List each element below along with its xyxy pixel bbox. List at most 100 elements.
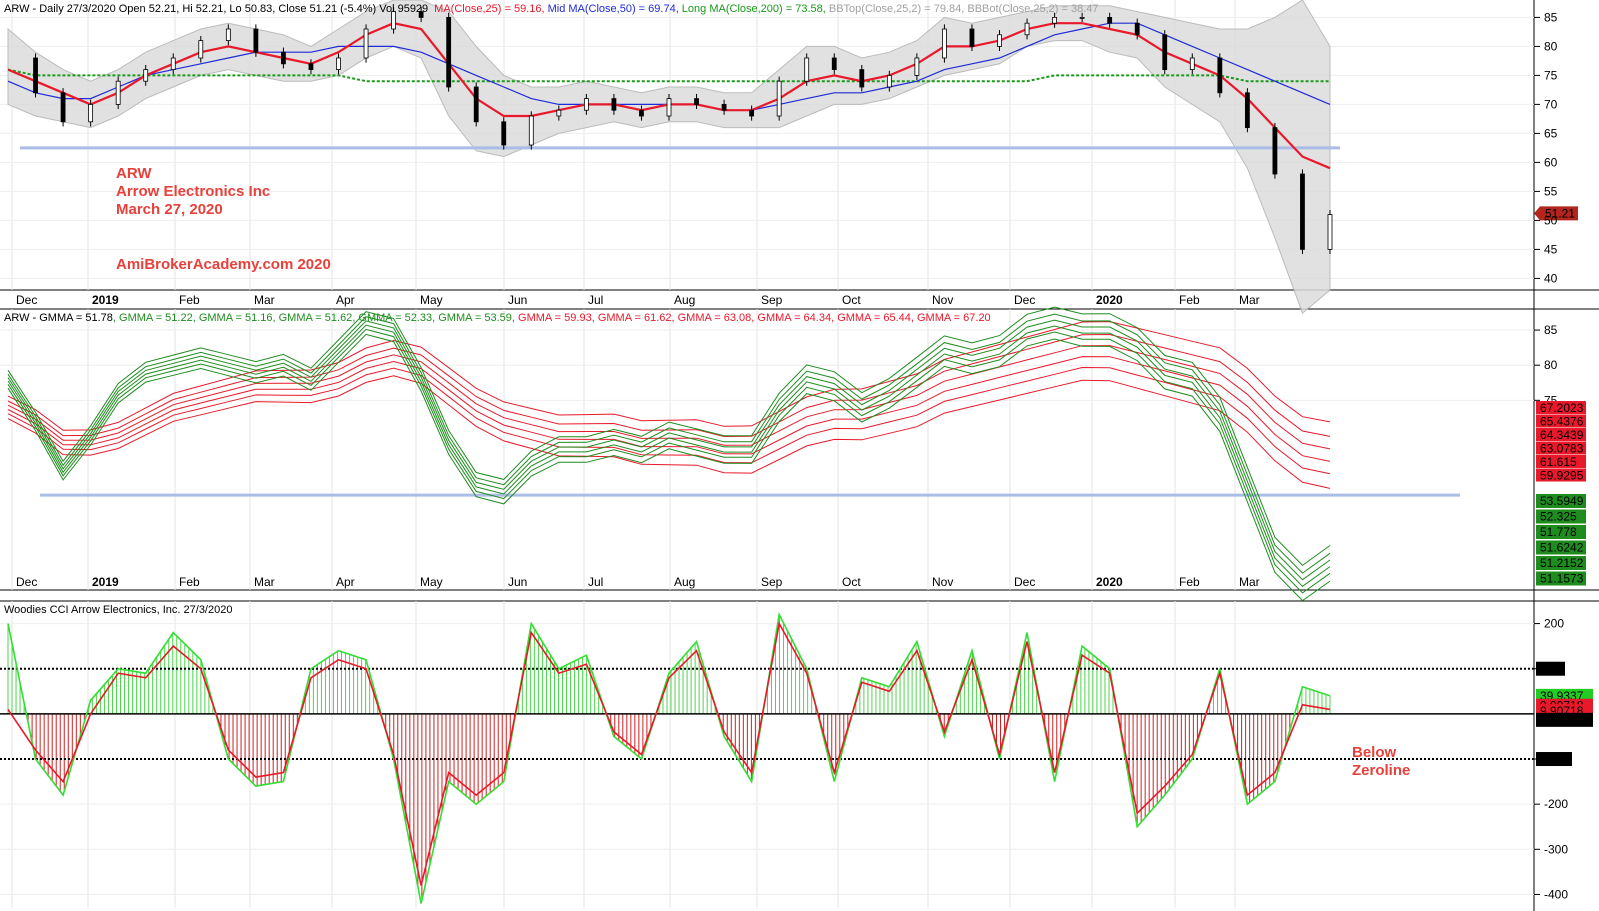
candle-body — [666, 98, 672, 117]
month-label: Apr — [336, 575, 355, 589]
candle-body — [639, 109, 644, 117]
candle-body — [225, 28, 231, 41]
month-label: Jul — [588, 293, 603, 307]
candle-body — [1024, 22, 1030, 36]
month-label: Mar — [1239, 575, 1260, 589]
gmma-legend-entry: , GMMA = 51.16 — [193, 312, 273, 324]
candle-body — [281, 51, 286, 65]
price-pane-legend: MA(Close,25) = 59.16, Mid MA(Close,50) =… — [434, 3, 1098, 15]
candle-body — [170, 57, 176, 70]
candle-body — [1217, 57, 1223, 94]
month-label: Mar — [1239, 293, 1260, 307]
gmma-legend-entry: , GMMA = 59.93 — [512, 312, 592, 324]
candle-body — [60, 92, 66, 123]
gmma-short-value-label: 51.2152 — [1540, 556, 1584, 570]
y-tick-label: 55 — [1544, 184, 1558, 198]
gmma-legend-entry: , GMMA = 65.44 — [831, 312, 911, 324]
annotation-symbol: ARW — [116, 165, 152, 182]
gmma-legend-entry: , GMMA = 52.33 — [352, 312, 432, 324]
month-label: Dec — [16, 293, 37, 307]
month-label: Apr — [336, 293, 355, 307]
candle-body — [721, 104, 727, 111]
gmma-legend-entry: , GMMA = 51.62 — [273, 312, 353, 324]
stock-chart[interactable]: 51.21 DecDec20192019FebFebMarMarAprAprMa… — [0, 0, 1599, 911]
cci-value-label: 0.00000 — [1540, 713, 1584, 727]
gmma-legend-entry: , GMMA = 53.59 — [432, 312, 512, 324]
candle-body — [33, 57, 38, 94]
month-label: 2019 — [92, 575, 119, 589]
candle-body — [694, 98, 699, 105]
gmma-short-value-label: 52.325 — [1540, 510, 1577, 524]
gmma-short-value-label: 51.6242 — [1540, 541, 1584, 555]
candle-body — [886, 75, 892, 88]
y-tick-label: 85 — [1544, 10, 1558, 24]
month-label: Jun — [508, 575, 527, 589]
month-label: Oct — [842, 575, 861, 589]
month-label: Nov — [932, 293, 953, 307]
candle-body — [115, 80, 121, 105]
month-label: 2020 — [1096, 293, 1123, 307]
gmma-legend-entry: , GMMA = 51.22 — [113, 312, 193, 324]
candle-body — [88, 104, 94, 123]
y-tick-label: 40 — [1544, 271, 1558, 285]
y-tick-label: 60 — [1544, 155, 1558, 169]
gmma-pane-bg — [0, 309, 1534, 590]
month-label: Jul — [588, 575, 603, 589]
month-label: Sep — [761, 575, 783, 589]
month-label: May — [420, 575, 443, 589]
y-tick-label: 80 — [1544, 39, 1558, 53]
y-tick-label: 75 — [1544, 68, 1558, 82]
candle-body — [942, 28, 947, 59]
month-label: May — [420, 293, 443, 307]
candle-body — [308, 63, 314, 70]
month-label: Aug — [674, 293, 695, 307]
month-label: 2020 — [1096, 575, 1123, 589]
legend-entry: MA(Close,25) = 59.16, — [434, 3, 544, 15]
candle-body — [583, 98, 589, 111]
gmma-legend-entry: ARW - GMMA = 51.78 — [4, 312, 113, 324]
gmma-short-value-label: 51.1573 — [1540, 572, 1584, 586]
candle-body — [969, 28, 975, 47]
y-tick-label: -200 — [1544, 797, 1568, 811]
annotation-date: March 27, 2020 — [116, 201, 223, 218]
candle-body — [446, 16, 452, 88]
legend-entry: BBTop(Close,25,2) = 79.84, — [826, 3, 965, 15]
month-label: Nov — [932, 575, 953, 589]
gmma-long-value-label: 61.615 — [1540, 455, 1577, 469]
value-labels: 67.202365.437664.343963.078361.61559.929… — [1536, 401, 1593, 767]
gmma-legend-entry: , GMMA = 67.20 — [911, 312, 991, 324]
legend-entry: Mid MA(Close,50) = 69.74, — [545, 3, 679, 15]
month-label: Feb — [179, 575, 200, 589]
candle-body — [143, 69, 149, 82]
candle-body — [473, 86, 479, 123]
cci-value-label: -100 — [1540, 752, 1564, 766]
month-label: Aug — [674, 575, 695, 589]
y-tick-label: 85 — [1544, 323, 1558, 337]
y-tick-label: 50 — [1544, 213, 1558, 227]
gmma-long-value-label: 67.2023 — [1540, 401, 1584, 415]
gmma-long-value-label: 65.4376 — [1540, 415, 1584, 429]
candle-body — [914, 57, 920, 76]
gmma-legend-entry: , GMMA = 64.34 — [751, 312, 831, 324]
candle-body — [1107, 16, 1113, 24]
candle-body — [336, 57, 341, 70]
candle-body — [198, 40, 204, 59]
month-label: Jun — [508, 293, 527, 307]
month-label: Oct — [842, 293, 861, 307]
candle-body — [997, 34, 1002, 47]
candle-body — [1052, 16, 1057, 24]
month-label: Mar — [254, 293, 275, 307]
candle-body — [1162, 34, 1168, 70]
candle-body — [1327, 214, 1333, 250]
legend-entry: BBBot(Close,25,2) = 38.47 — [964, 3, 1098, 15]
annotation-website: AmiBrokerAcademy.com 2020 — [116, 256, 331, 273]
candle-body — [1079, 16, 1085, 19]
candle-body — [501, 121, 507, 146]
candle-body — [1189, 57, 1195, 70]
y-tick-label: 80 — [1544, 358, 1558, 372]
candle-body — [1134, 22, 1140, 36]
gmma-long-value-label: 63.0783 — [1540, 442, 1584, 456]
annotation-zeroline: Zeroline — [1352, 762, 1410, 779]
month-label: Feb — [1179, 293, 1200, 307]
candle-body — [804, 57, 810, 82]
